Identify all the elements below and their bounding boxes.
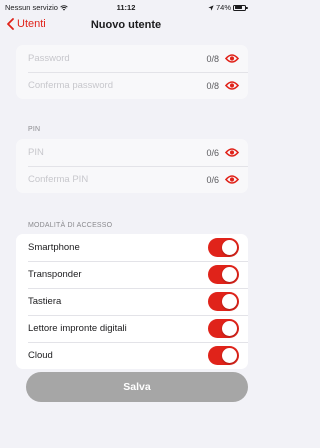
access-label-smartphone: Smartphone [28,242,80,253]
eye-icon[interactable] [225,147,239,158]
confirm-pin-counter: 0/6 [206,174,219,185]
access-section-header: MODALITÀ DI ACCESSO [28,222,113,229]
keypad-toggle[interactable] [208,292,239,311]
access-item-fingerprint: Lettore impronte digitali [16,315,248,342]
status-bar: Nessun servizio 11:12 74% [0,0,252,14]
pin-placeholder: PIN [28,147,44,158]
access-modes-group: Smartphone Transponder Tastiera Lettore … [16,234,248,369]
confirm-pin-placeholder: Conferma PIN [28,174,89,185]
access-label-cloud: Cloud [28,350,53,361]
password-field[interactable]: Password 0/8 [16,45,248,72]
battery-icon [233,4,248,11]
battery-percentage: 74% [215,3,231,12]
eye-icon[interactable] [225,174,239,185]
battery-info: 74% [208,3,248,12]
cloud-toggle[interactable] [208,346,239,365]
access-item-keypad: Tastiera [16,288,248,315]
eye-icon[interactable] [225,53,239,64]
save-button[interactable]: Salva [26,372,248,402]
confirm-password-counter: 0/8 [206,80,219,91]
confirm-password-field[interactable]: Conferma password 0/8 [16,72,248,99]
transponder-toggle[interactable] [208,265,239,284]
pin-group: PIN 0/6 Conferma PIN 0/6 [16,139,248,193]
access-item-transponder: Transponder [16,261,248,288]
confirm-password-placeholder: Conferma password [28,80,114,91]
access-item-smartphone: Smartphone [16,234,248,261]
access-item-cloud: Cloud [16,342,248,369]
password-placeholder: Password [28,53,70,64]
location-icon [208,4,214,11]
confirm-pin-field[interactable]: Conferma PIN 0/6 [16,166,248,193]
smartphone-toggle[interactable] [208,238,239,257]
eye-icon[interactable] [225,80,239,91]
fingerprint-toggle[interactable] [208,319,239,338]
password-counter: 0/8 [206,53,219,64]
access-label-keypad: Tastiera [28,296,62,307]
pin-field[interactable]: PIN 0/6 [16,139,248,166]
navigation-bar: Utenti Nuovo utente [0,16,252,40]
password-group: Password 0/8 Conferma password 0/8 [16,45,248,99]
pin-section-header: PIN [28,126,41,133]
access-label-transponder: Transponder [28,269,82,280]
access-label-fingerprint: Lettore impronte digitali [28,323,127,334]
page-title: Nuovo utente [90,19,162,31]
pin-counter: 0/6 [206,147,219,158]
